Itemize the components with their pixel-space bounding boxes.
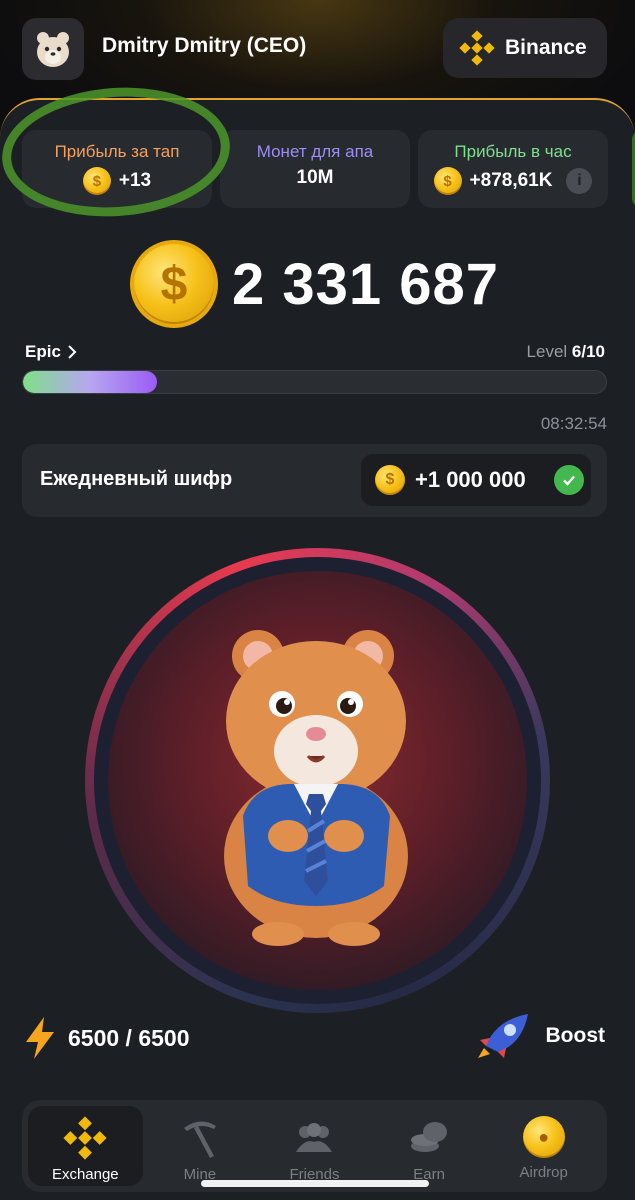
app-screen: Dmitry Dmitry (CEO) Binance Прибыль за т… [0, 0, 635, 1200]
hamster-coin-icon: ● [522, 1116, 565, 1158]
daily-cipher-label: Ежедневный шифр [40, 468, 233, 490]
coin-icon: $ [375, 465, 405, 495]
rocket-icon [477, 1014, 528, 1058]
level-progress-bar [22, 370, 607, 394]
stat-profit-per-hour-title: Прибыль в час [454, 142, 572, 161]
bottom-nav: Exchange Mine Friends Earn ● Airdrop [22, 1100, 607, 1192]
pickaxe-icon [183, 1121, 216, 1158]
coins-stack-icon [411, 1122, 448, 1152]
binance-icon [63, 1116, 107, 1160]
cipher-timer: 08:32:54 [540, 414, 607, 433]
hamster-avatar-icon [37, 32, 69, 67]
level-name: Epic [25, 342, 61, 361]
stat-profit-per-hour[interactable]: Прибыль в час $ +878,61K i [418, 130, 608, 208]
nav-item-earn[interactable]: Earn [372, 1106, 487, 1186]
tap-area-core [108, 571, 527, 990]
daily-cipher-reward-value: +1 000 000 [415, 467, 526, 492]
binance-logo-icon [459, 30, 495, 66]
boost-label: Boost [545, 1024, 606, 1047]
friends-icon [296, 1123, 333, 1152]
nav-item-airdrop[interactable]: ● Airdrop [486, 1106, 601, 1186]
boost-button[interactable]: Boost [476, 1012, 606, 1060]
username: Dmitry Dmitry (CEO) [102, 34, 307, 57]
level-indicator: Level 6/10 [527, 342, 605, 362]
energy-value: 6500 / 6500 [68, 1024, 190, 1051]
nav-item-label: Exchange [51, 1166, 119, 1183]
info-icon[interactable]: i [566, 168, 593, 194]
nav-item-friends[interactable]: Friends [257, 1106, 372, 1186]
lightning-icon [26, 1017, 54, 1059]
nav-item-label: Airdrop [519, 1164, 568, 1181]
balance-value: 2 331 687 [232, 251, 500, 317]
nav-item-exchange[interactable]: Exchange [28, 1106, 143, 1186]
level-label: Level [526, 342, 568, 361]
tap-area-inner [94, 557, 541, 1004]
energy-indicator: 6500 / 6500 [24, 1016, 190, 1060]
chevron-right-icon [68, 345, 77, 359]
balance: $ 2 331 687 [130, 240, 499, 328]
tap-area[interactable] [85, 548, 550, 1013]
stat-coins-to-level-up-value: 10M [296, 167, 334, 188]
hamster-ceo-icon [223, 629, 408, 946]
daily-cipher-reward: $ +1 000 000 [361, 454, 591, 506]
level-name-link[interactable]: Epic [25, 342, 77, 362]
avatar[interactable] [22, 18, 84, 80]
stat-coins-to-level-up[interactable]: Монет для апа 10M [220, 130, 410, 208]
home-indicator [201, 1180, 429, 1187]
check-icon [553, 465, 584, 495]
exchange-select-button[interactable]: Binance [443, 18, 607, 78]
level-progress-fill [23, 371, 158, 393]
stat-profit-per-hour-value: +878,61K [469, 170, 553, 191]
stat-coins-to-level-up-title: Монет для апа [256, 142, 374, 161]
exchange-button-label: Binance [505, 36, 587, 59]
dollar-coin-icon: $ [130, 240, 218, 328]
coin-icon: $ [433, 167, 462, 195]
level-value: 6/10 [571, 342, 605, 361]
daily-cipher-card[interactable]: Ежедневный шифр $ +1 000 000 [22, 444, 607, 517]
nav-item-mine[interactable]: Mine [143, 1106, 258, 1186]
